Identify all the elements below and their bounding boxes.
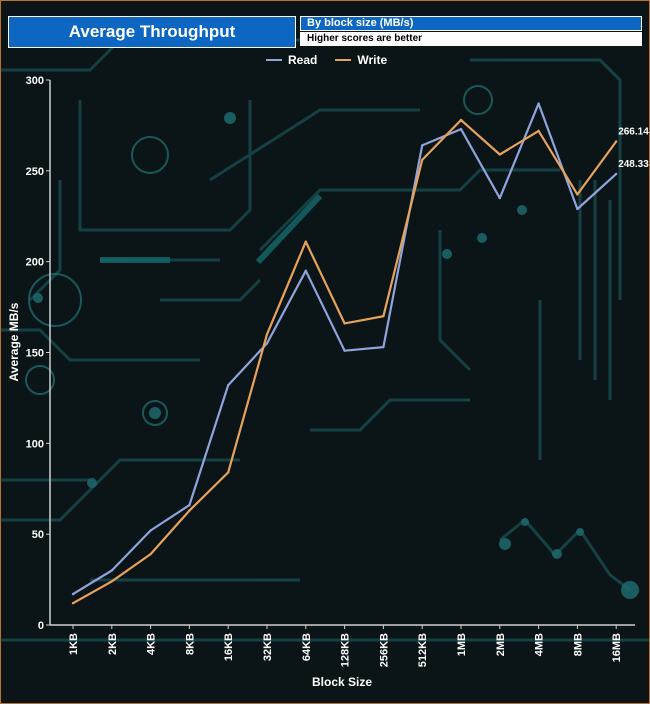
data-point-write <box>537 129 540 133</box>
x-tick-label: 2KB <box>107 633 119 655</box>
x-tick-label: 1KB <box>68 633 80 655</box>
x-tick-label: 256KB <box>378 633 390 667</box>
data-point-write <box>71 602 75 605</box>
y-tick-label: 50 <box>32 529 44 541</box>
data-point-read <box>576 207 579 211</box>
y-tick-label: 0 <box>38 620 44 632</box>
data-point-write <box>188 509 191 512</box>
data-point-read <box>149 529 152 532</box>
end-value-label-write: 266.14 <box>618 127 649 138</box>
x-tick-label: 8KB <box>184 633 196 655</box>
data-point-write <box>110 580 114 583</box>
data-point-write <box>576 193 579 196</box>
series-line-read <box>72 102 617 596</box>
x-tick-label: 16KB <box>223 633 235 661</box>
data-point-read <box>304 269 307 272</box>
y-tick-label: 100 <box>26 438 44 450</box>
end-value-label-read: 248.33 <box>618 159 649 170</box>
x-axis-title: Block Size <box>312 675 372 689</box>
y-tick-label: 200 <box>26 257 44 269</box>
x-tick-label: 1MB <box>456 633 468 656</box>
data-point-read <box>382 345 385 349</box>
data-point-read <box>71 592 75 596</box>
x-tick-label: 2MB <box>495 633 507 656</box>
y-tick-label: 150 <box>26 348 44 360</box>
x-tick-label: 16MB <box>611 633 623 662</box>
data-point-write <box>615 140 618 143</box>
x-tick-label: 32KB <box>262 633 274 661</box>
data-point-write <box>382 314 385 318</box>
x-tick-label: 4MB <box>534 633 546 656</box>
data-point-write <box>459 118 463 122</box>
data-point-write <box>149 552 152 556</box>
y-tick-label: 300 <box>26 75 44 87</box>
data-point-write <box>265 333 269 336</box>
x-tick-label: 64KB <box>301 633 313 661</box>
y-tick-label: 250 <box>26 166 44 178</box>
data-point-write <box>304 240 307 243</box>
series-line-write <box>72 118 618 605</box>
y-axis-title: Average MB/s <box>7 302 21 381</box>
data-point-write <box>498 153 501 156</box>
data-point-read <box>343 349 346 352</box>
data-point-write <box>343 322 346 325</box>
line-chart: 0 50 100 150 200 250 300 1KB 2KB 4KB 8KB 16KB 32KB 64… <box>7 75 649 689</box>
data-point-write <box>227 471 230 474</box>
data-point-read <box>188 503 191 507</box>
data-point-read <box>110 569 114 572</box>
x-tick-label: 8MB <box>572 633 584 656</box>
data-point-read <box>537 102 540 105</box>
data-point-read <box>265 342 269 345</box>
data-point-read <box>459 127 463 131</box>
data-point-read <box>498 196 501 200</box>
data-point-read <box>615 172 618 176</box>
x-tick-label: 512KB <box>417 633 429 667</box>
data-point-read <box>421 144 424 147</box>
data-point-write <box>421 158 424 162</box>
data-point-read <box>227 384 230 387</box>
x-tick-label: 128KB <box>340 633 352 667</box>
x-tick-label: 4KB <box>146 633 158 655</box>
